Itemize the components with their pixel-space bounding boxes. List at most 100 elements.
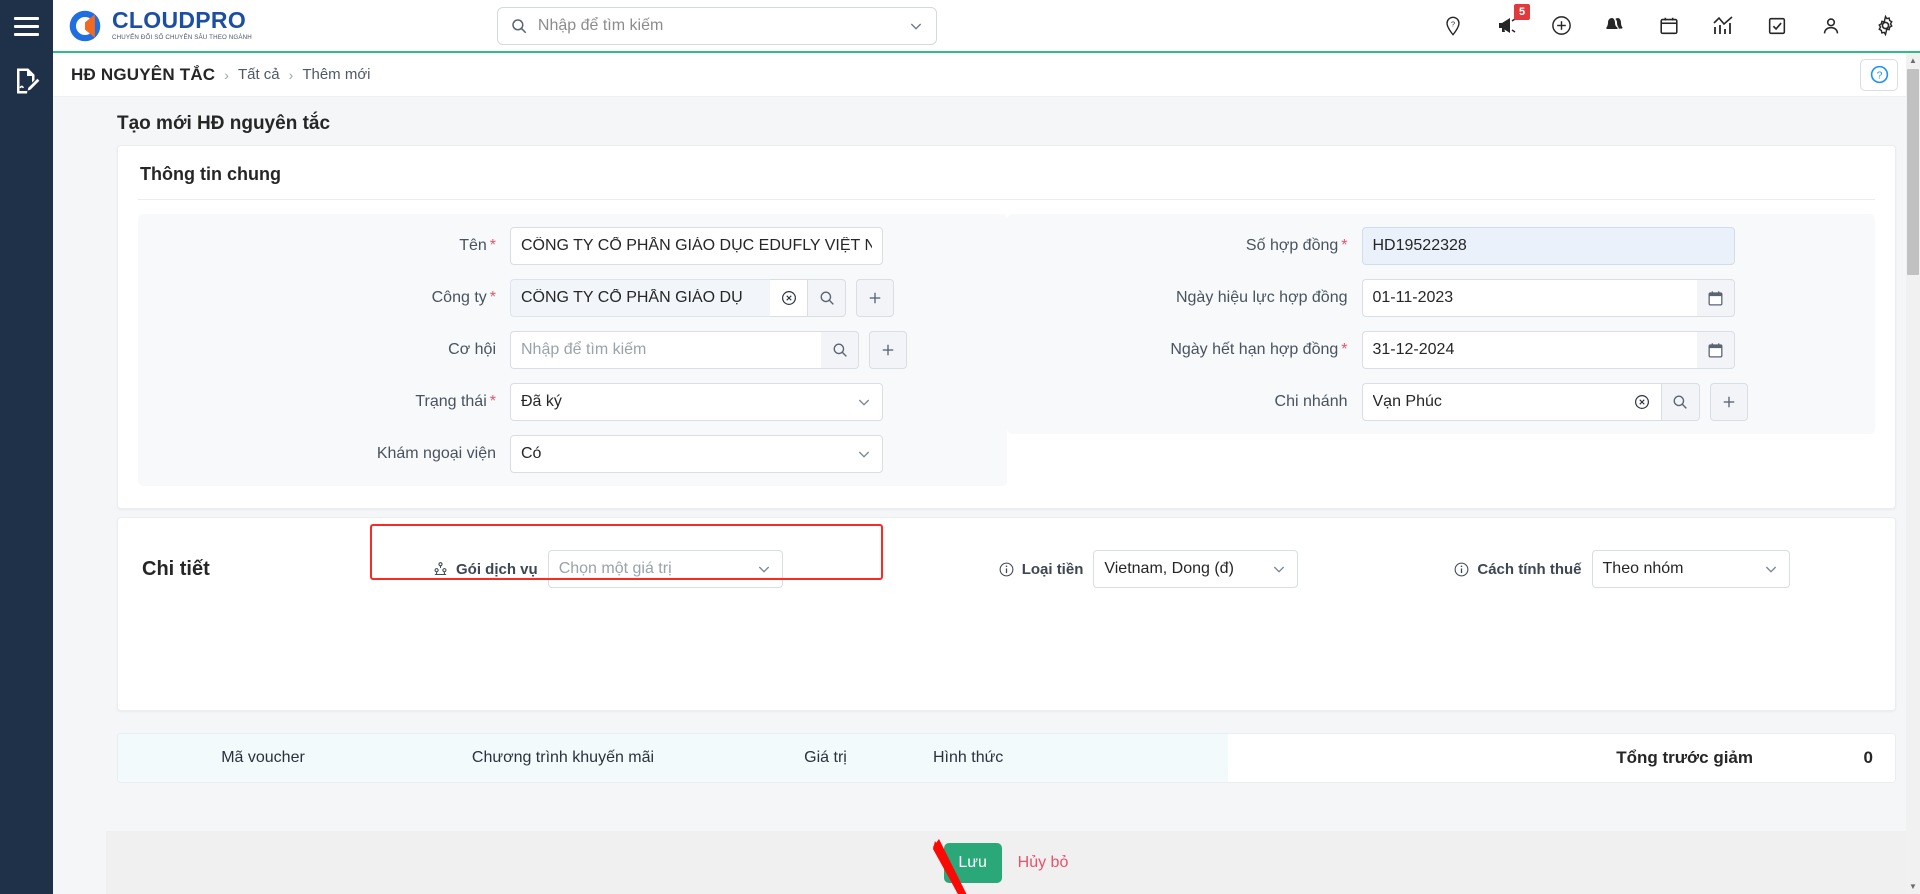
date-picker-ngayhethan-button[interactable] [1696,331,1735,369]
field-row-ten: Tên * [138,220,1007,272]
main-column: CLOUDPRO CHUYỂN ĐỔI SỐ CHUYÊN SÂU THEO N… [53,0,1920,894]
add-cohoi-button[interactable] [869,331,907,369]
breadcrumb-root[interactable]: HĐ NGUYÊN TẮC [71,65,215,85]
control-trangthai: Đã ký [510,383,883,421]
bells-icon[interactable] [1602,13,1628,39]
tax-method-value: Theo nhóm [1602,560,1684,577]
label-ngayhethan: Ngày hết hạn hợp đồng * [1007,341,1362,359]
logo-tagline: CHUYỂN ĐỔI SỐ CHUYÊN SÂU THEO NGÀNH [112,34,252,42]
top-bar-icons: ? 5 [1440,3,1898,39]
select-khamngoaivien-wrap: Có [510,435,883,473]
breadcrumb-item-new[interactable]: Thêm mới [302,66,370,83]
input-ngayhieuluc[interactable] [1361,279,1697,317]
general-info-title: Thông tin chung [140,164,281,184]
checkbox-icon[interactable] [1764,13,1790,39]
footer-action-bar: Lưu Hủy bỏ [106,831,1906,894]
logo[interactable]: CLOUDPRO CHUYỂN ĐỔI SỐ CHUYÊN SÂU THEO N… [67,8,252,44]
label-cohoi: Cơ hội [138,341,510,359]
gear-icon[interactable] [1872,13,1898,39]
label-chinhanh: Chi nhánh [1007,393,1362,411]
label-ngayhethan-text: Ngày hết hạn hợp đồng [1170,341,1339,358]
add-chinhanh-button[interactable] [1709,383,1748,421]
select-khamngoaivien-value: Có [521,445,542,462]
left-rail [0,0,53,894]
voucher-table: Mã voucher Chương trình khuyến mãi Giá t… [117,733,1896,783]
document-pencil-icon [16,68,39,94]
page-title: Tạo mới HĐ nguyên tắc [117,113,331,134]
help-button[interactable]: ? [1860,58,1898,91]
label-ten: Tên * [138,237,510,255]
input-chinhanh[interactable] [1361,383,1624,421]
plus-icon [1723,396,1734,408]
page-scrollbar[interactable]: ▲ ▼ [1906,53,1920,894]
control-khamngoaivien: Có [510,435,883,473]
date-picker-ngayhieuluc-button[interactable] [1696,279,1735,317]
user-icon[interactable] [1818,13,1844,39]
label-trangthai: Trạng thái * [138,393,510,411]
control-congty [510,279,894,317]
search-chinhanh-button[interactable] [1661,383,1700,421]
global-search[interactable] [496,6,937,45]
select-khamngoaivien[interactable]: Có [510,435,883,473]
menu-toggle-button[interactable] [0,0,53,53]
rail-item-contract[interactable] [0,53,53,109]
field-row-chinhanh: Chi nhánh [1007,376,1876,428]
cancel-button[interactable]: Hủy bỏ [1018,854,1069,872]
svg-text:?: ? [1876,69,1882,81]
location-help-icon[interactable]: ? [1440,13,1466,39]
search-input[interactable] [537,16,898,35]
chart-icon[interactable] [1710,13,1736,39]
currency-select-wrap: Vietnam, Dong (đ) [1093,550,1299,588]
table-header-gia-tri[interactable]: Giá trị [718,749,933,767]
voucher-total-row: Tổng trước giảm 0 [1228,734,1895,782]
question-circle-icon: ? [1870,65,1888,84]
currency-select[interactable]: Vietnam, Dong (đ) [1093,550,1299,588]
field-row-ngayhethan: Ngày hết hạn hợp đồng * [1007,324,1876,376]
tax-method-label: Cách tính thuế [1477,560,1582,578]
required-marker: * [1341,341,1348,358]
control-sohopdong [1361,227,1735,265]
field-row-trangthai: Trạng thái * Đã ký [138,376,1007,428]
field-row-cohoi: Cơ hội [138,324,1007,376]
control-ten [510,227,883,265]
required-marker: * [1341,237,1348,254]
select-trangthai[interactable]: Đã ký [510,383,883,421]
table-header-ma-voucher[interactable]: Mã voucher [118,749,408,767]
label-cohoi-text: Cơ hội [448,341,496,358]
scrollbar-thumb[interactable] [1907,69,1919,275]
clear-chinhanh-button[interactable] [1623,383,1662,421]
field-row-khamngoaivien: Khám ngoại viện Có [138,428,1007,480]
search-icon [833,343,847,357]
svg-text:?: ? [1451,19,1455,28]
service-package-value: Chọn một giá trị [558,560,672,577]
input-ngayhethan[interactable] [1361,331,1697,369]
clear-congty-button[interactable] [770,279,808,317]
search-cohoi-button[interactable] [821,331,859,369]
scroll-up-button[interactable]: ▲ [1906,53,1920,68]
input-cohoi[interactable] [510,331,821,369]
breadcrumb-item-all[interactable]: Tất cả [238,66,280,83]
save-button[interactable]: Lưu [943,842,1002,883]
detail-toolbar: Chi tiết Gói dịch vụ Chọn một giá trị Lo… [118,518,1895,610]
required-marker: * [489,289,496,306]
chevron-down-icon[interactable] [908,18,924,34]
input-sohopdong[interactable] [1361,227,1735,265]
input-ten[interactable] [510,227,883,265]
search-congty-button[interactable] [808,279,846,317]
left-field-group: Tên* Công ty* [138,214,1007,486]
notification-badge: 5 [1514,3,1530,20]
table-header-chuong-trinh[interactable]: Chương trình khuyến mãi [408,749,718,767]
info-icon [1454,562,1469,576]
table-header-hinh-thuc[interactable]: Hình thức [933,749,1133,767]
plus-circle-icon[interactable] [1548,13,1574,39]
plus-icon [882,344,894,356]
calendar-icon[interactable] [1656,13,1682,39]
input-congty[interactable] [510,279,770,317]
general-info-grid: Tên* Công ty* [118,200,1895,508]
tax-method-select[interactable]: Theo nhóm [1591,550,1790,588]
megaphone-icon[interactable]: 5 [1494,3,1530,39]
label-khamngoaivien-text: Khám ngoại viện [376,445,496,462]
service-package-select[interactable]: Chọn một giá trị [547,550,783,588]
scroll-down-button[interactable]: ▼ [1906,879,1920,894]
add-congty-button[interactable] [856,279,894,317]
